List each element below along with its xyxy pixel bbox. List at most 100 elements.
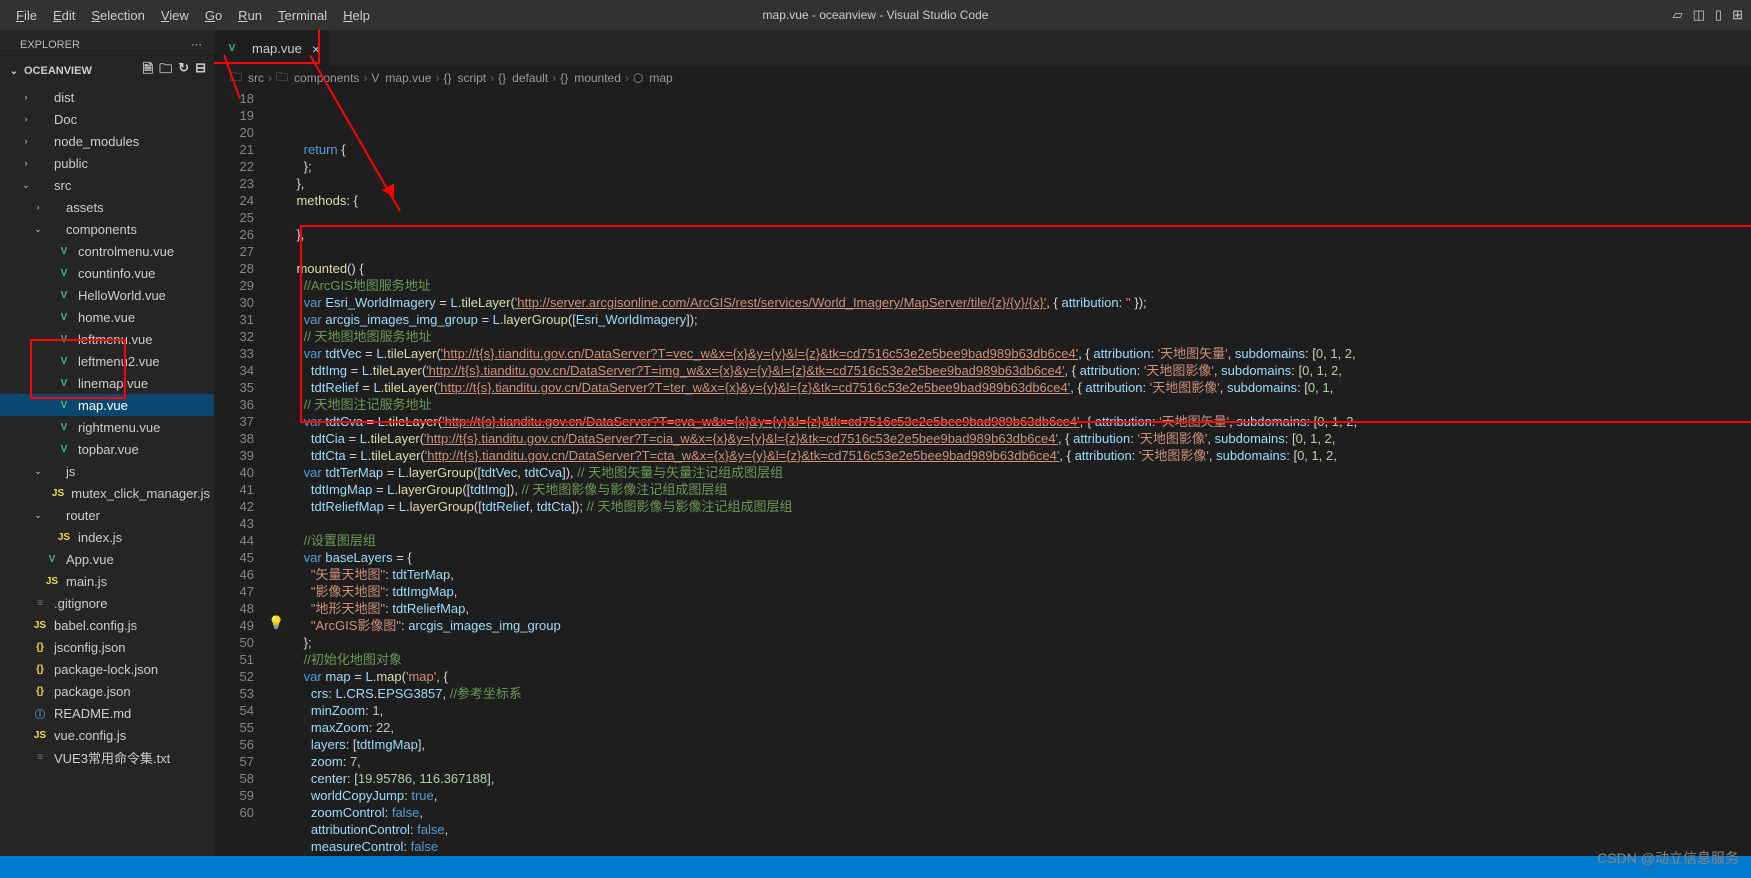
menu-run[interactable]: Run [230, 8, 270, 23]
layout-sidebar-icon[interactable]: ◫ [1693, 7, 1705, 23]
code-line[interactable]: }, [282, 175, 1357, 192]
code-line[interactable]: mounted() { [282, 260, 1357, 277]
tree-item-leftmenu2.vue[interactable]: Vleftmenu2.vue [0, 350, 214, 372]
code-line[interactable]: tdtCta = L.tileLayer('http://t{s}.tiandi… [282, 447, 1357, 464]
code-line[interactable]: // 天地图地图服务地址 [282, 328, 1357, 345]
menu-edit[interactable]: Edit [45, 8, 83, 23]
layout-split-icon[interactable]: ▯ [1715, 7, 1722, 23]
code-line[interactable]: zoomControl: false, [282, 804, 1357, 821]
menu-go[interactable]: Go [197, 8, 230, 23]
tree-item-index.js[interactable]: JSindex.js [0, 526, 214, 548]
tree-item-vue.config.js[interactable]: JSvue.config.js [0, 724, 214, 746]
new-file-icon[interactable]: 🗎 [143, 60, 153, 82]
menu-selection[interactable]: Selection [83, 8, 152, 23]
code-line[interactable]: layers: [tdtImgMap], [282, 736, 1357, 753]
code-line[interactable]: "影像天地图": tdtImgMap, [282, 583, 1357, 600]
code-line[interactable]: tdtRelief = L.tileLayer('http://t{s}.tia… [282, 379, 1357, 396]
breadcrumb-item[interactable]: map.vue [385, 71, 431, 85]
breadcrumb-item[interactable]: map [649, 71, 672, 85]
tree-item-package.json[interactable]: {}package.json [0, 680, 214, 702]
tree-item-babel.config.js[interactable]: JSbabel.config.js [0, 614, 214, 636]
code-line[interactable]: var Esri_WorldImagery = L.tileLayer('htt… [282, 294, 1357, 311]
menu-terminal[interactable]: Terminal [270, 8, 335, 23]
code-line[interactable]: }; [282, 634, 1357, 651]
tree-item-Doc[interactable]: ›Doc [0, 108, 214, 130]
code-line[interactable]: maxZoom: 22, [282, 719, 1357, 736]
code-line[interactable]: //设置图层组 [282, 532, 1357, 549]
code-line[interactable]: worldCopyJump: true, [282, 787, 1357, 804]
breadcrumb[interactable]: 🗀src›🗀components›Vmap.vue›{}script›{}def… [214, 66, 1751, 90]
tree-item-dist[interactable]: ›dist [0, 86, 214, 108]
tree-item-countinfo.vue[interactable]: Vcountinfo.vue [0, 262, 214, 284]
tree-item-rightmenu.vue[interactable]: Vrightmenu.vue [0, 416, 214, 438]
code-line[interactable]: center: [19.95786, 116.367188], [282, 770, 1357, 787]
code-line[interactable]: attributionControl: false, [282, 821, 1357, 838]
code-line[interactable]: var tdtVec = L.tileLayer('http://t{s}.ti… [282, 345, 1357, 362]
breadcrumb-item[interactable]: default [512, 71, 548, 85]
tree-item-map.vue[interactable]: Vmap.vue [0, 394, 214, 416]
tree-item-main.js[interactable]: JSmain.js [0, 570, 214, 592]
tree-item-topbar.vue[interactable]: Vtopbar.vue [0, 438, 214, 460]
code-line[interactable]: crs: L.CRS.EPSG3857, //参考坐标系 [282, 685, 1357, 702]
code-line[interactable]: //ArcGIS地图服务地址 [282, 277, 1357, 294]
tree-item-router[interactable]: ⌄router [0, 504, 214, 526]
tree-item-public[interactable]: ›public [0, 152, 214, 174]
collapse-icon[interactable]: ⊟ [195, 60, 206, 82]
layout-panel-icon[interactable]: ▱ [1673, 7, 1683, 23]
code-line[interactable]: // 天地图注记服务地址 [282, 396, 1357, 413]
code-line[interactable]: tdtImgMap = L.layerGroup([tdtImg]), // 天… [282, 481, 1357, 498]
project-header[interactable]: ⌄ OCEANVIEW 🗎 🗀 ↻ ⊟ [0, 55, 214, 86]
tree-item-controlmenu.vue[interactable]: Vcontrolmenu.vue [0, 240, 214, 262]
code-editor[interactable]: 1819202122232425262728293031323334353637… [214, 90, 1751, 856]
tree-item-linemap.vue[interactable]: Vlinemap.vue [0, 372, 214, 394]
code-line[interactable]: }; [282, 158, 1357, 175]
breadcrumb-item[interactable]: src [248, 71, 264, 85]
refresh-icon[interactable]: ↻ [178, 60, 189, 82]
breadcrumb-item[interactable]: mounted [574, 71, 621, 85]
tree-item-VUE3常用命令集.txt[interactable]: ≡VUE3常用命令集.txt [0, 746, 214, 768]
code-line[interactable]: tdtCia = L.tileLayer('http://t{s}.tiandi… [282, 430, 1357, 447]
code-line[interactable]: var baseLayers = { [282, 549, 1357, 566]
menu-view[interactable]: View [153, 8, 197, 23]
code-line[interactable]: zoom: 7, [282, 753, 1357, 770]
menu-file[interactable]: File [8, 8, 45, 23]
tree-item-jsconfig.json[interactable]: {}jsconfig.json [0, 636, 214, 658]
status-bar[interactable] [0, 856, 1751, 878]
customize-layout-icon[interactable]: ⊞ [1732, 7, 1743, 23]
code-line[interactable]: tdtReliefMap = L.layerGroup([tdtRelief, … [282, 498, 1357, 515]
code-line[interactable]: methods: { [282, 192, 1357, 209]
code-line[interactable]: var tdtCva = L.tileLayer('http://t{s}.ti… [282, 413, 1357, 430]
code-line[interactable]: var tdtTerMap = L.layerGroup([tdtVec, td… [282, 464, 1357, 481]
tree-item-mutex_click_manager.js[interactable]: JSmutex_click_manager.js [0, 482, 214, 504]
code-line[interactable]: minZoom: 1, [282, 702, 1357, 719]
tree-item-package-lock.json[interactable]: {}package-lock.json [0, 658, 214, 680]
code-line[interactable]: var map = L.map('map', { [282, 668, 1357, 685]
tree-item-App.vue[interactable]: VApp.vue [0, 548, 214, 570]
menu-help[interactable]: Help [335, 8, 378, 23]
code-line[interactable]: var arcgis_images_img_group = L.layerGro… [282, 311, 1357, 328]
tree-item-HelloWorld.vue[interactable]: VHelloWorld.vue [0, 284, 214, 306]
new-folder-icon[interactable]: 🗀 [159, 60, 172, 82]
tree-item-node_modules[interactable]: ›node_modules [0, 130, 214, 152]
code-line[interactable]: return { [282, 141, 1357, 158]
code-line[interactable] [282, 243, 1357, 260]
code-line[interactable]: }, [282, 226, 1357, 243]
code-line[interactable]: tdtImg = L.tileLayer('http://t{s}.tiandi… [282, 362, 1357, 379]
lightbulb-icon[interactable]: 💡 [268, 615, 284, 631]
more-icon[interactable]: ⋯ [191, 38, 202, 51]
code-line[interactable]: "地形天地图": tdtReliefMap, [282, 600, 1357, 617]
tree-item-js[interactable]: ⌄js [0, 460, 214, 482]
tree-item-home.vue[interactable]: Vhome.vue [0, 306, 214, 328]
code-line[interactable] [282, 515, 1357, 532]
tree-item-components[interactable]: ⌄components [0, 218, 214, 240]
tree-item-assets[interactable]: ›assets [0, 196, 214, 218]
tree-item-src[interactable]: ⌄src [0, 174, 214, 196]
tree-item-leftmenu.vue[interactable]: Vleftmenu.vue [0, 328, 214, 350]
tree-item-.gitignore[interactable]: ≡.gitignore [0, 592, 214, 614]
close-icon[interactable]: × [312, 41, 320, 57]
breadcrumb-item[interactable]: script [457, 71, 486, 85]
code-line[interactable] [282, 209, 1357, 226]
tree-item-README.md[interactable]: ⓘREADME.md [0, 702, 214, 724]
code-content[interactable]: return { }; }, methods: { }, mounted() {… [272, 90, 1357, 856]
code-line[interactable]: "矢量天地图": tdtTerMap, [282, 566, 1357, 583]
